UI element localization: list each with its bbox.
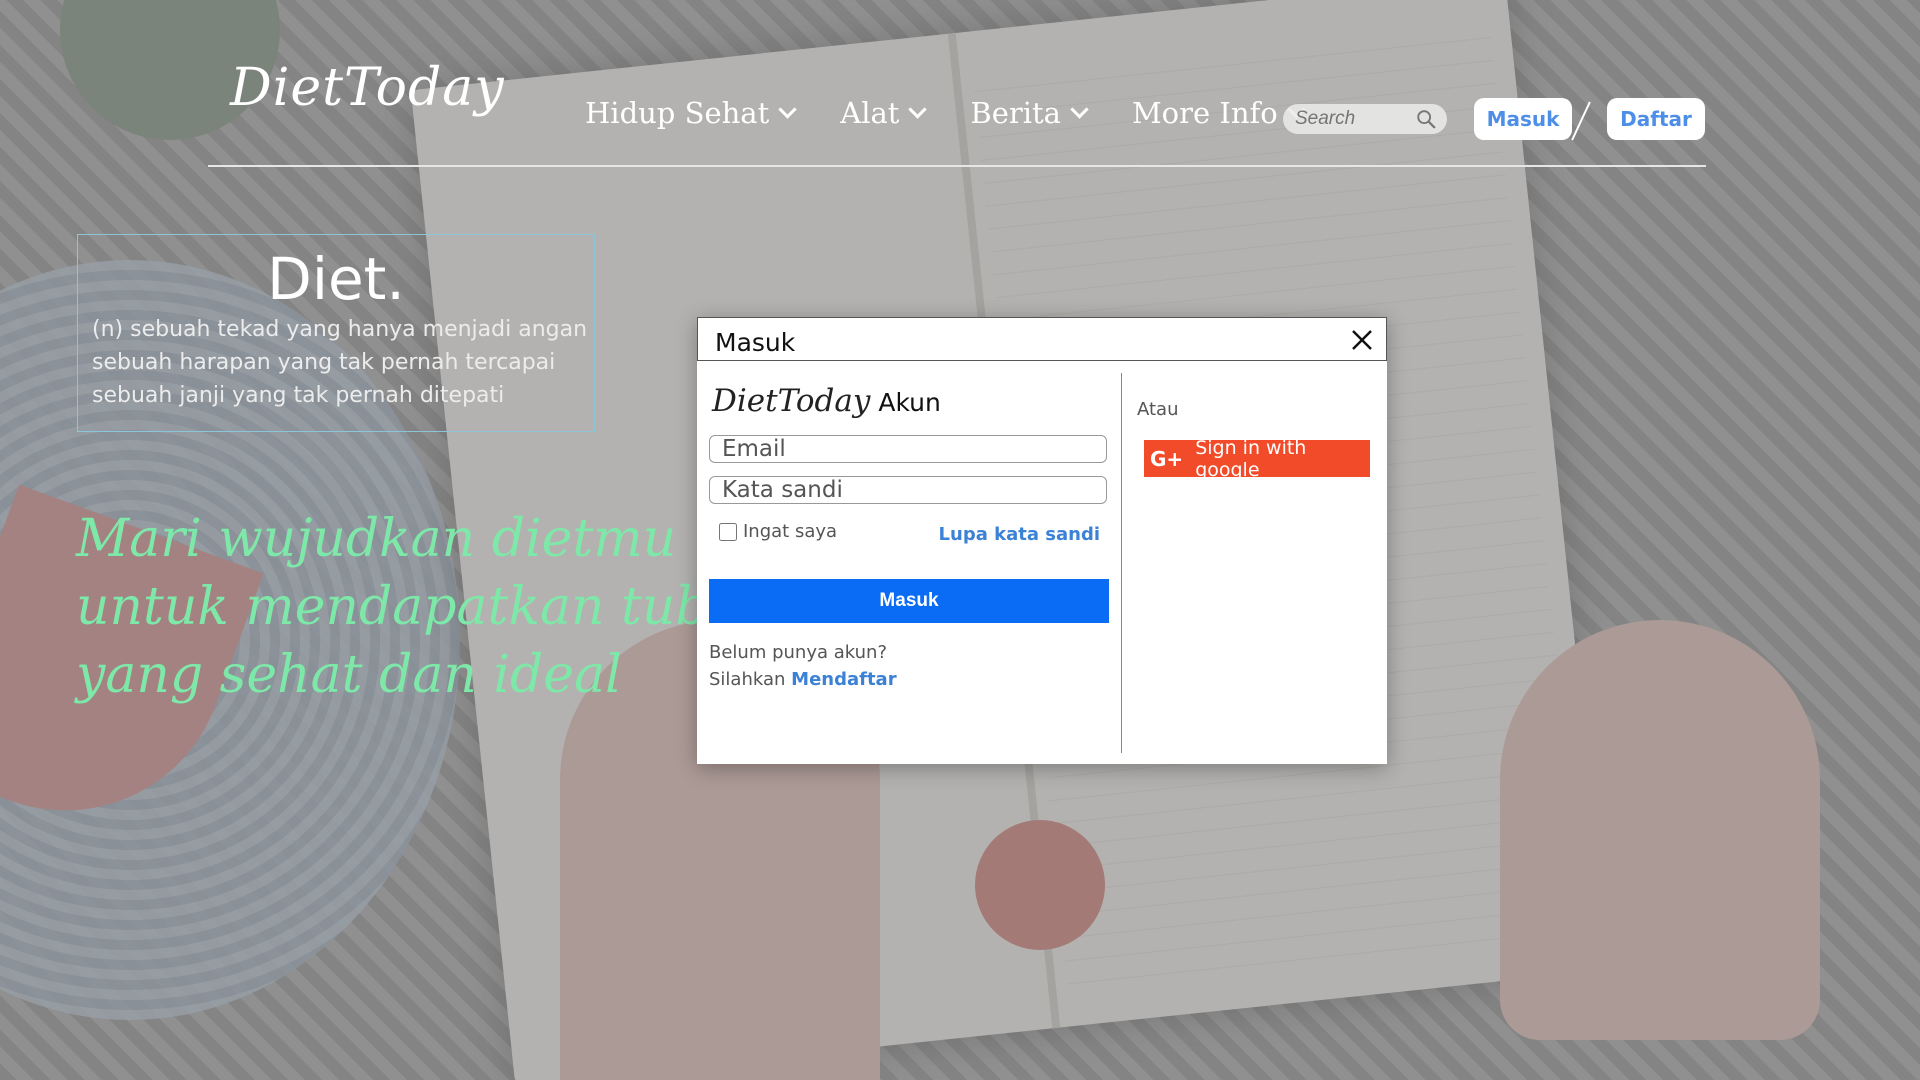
brand-suffix: Akun xyxy=(878,388,941,417)
chevron-down-icon xyxy=(778,99,797,119)
definition-line: (n) sebuah tekad yang hanya menjadi anga… xyxy=(92,317,588,342)
nav-item-label: Berita xyxy=(970,96,1061,130)
search-box xyxy=(1283,104,1447,134)
email-field[interactable] xyxy=(709,435,1107,463)
search-icon[interactable] xyxy=(1415,108,1437,130)
nav-item-label: Alat xyxy=(840,96,900,130)
header-divider xyxy=(208,165,1706,167)
modal-brand: DietToday Akun xyxy=(712,383,941,419)
modal-title: Masuk xyxy=(715,328,796,357)
definition-title: Diet. xyxy=(267,245,405,313)
definition-box: Diet. (n) sebuah tekad yang hanya menjad… xyxy=(77,234,595,432)
google-plus-icon: G+ xyxy=(1150,446,1184,471)
signup-line: Silahkan Mendaftar xyxy=(709,666,897,693)
remember-checkbox[interactable] xyxy=(719,522,737,541)
remember-label: Ingat saya xyxy=(743,521,838,542)
modal-header: Masuk xyxy=(697,317,1387,361)
nav-item-berita[interactable]: Berita xyxy=(970,96,1089,130)
site-logo[interactable]: DietToday xyxy=(230,58,505,118)
register-button[interactable]: Daftar xyxy=(1607,98,1705,140)
hero-tagline: Mari wujudkan dietmu untuk mendapatkan t… xyxy=(76,505,776,709)
definition-text: (n) sebuah tekad yang hanya menjadi anga… xyxy=(92,313,592,412)
nav-item-hidup-sehat[interactable]: Hidup Sehat xyxy=(585,96,797,130)
page: DietToday Hidup Sehat Alat Berita More I… xyxy=(0,0,1920,1080)
remember-me[interactable]: Ingat saya xyxy=(719,521,837,542)
or-label: Atau xyxy=(1137,399,1179,420)
modal-divider xyxy=(1121,373,1122,753)
nav-item-label: More Info xyxy=(1131,96,1278,130)
google-signin-button[interactable]: G+ Sign in with google xyxy=(1144,437,1370,481)
chevron-down-icon xyxy=(908,99,928,119)
signup-prompt: Belum punya akun? Silahkan Mendaftar xyxy=(709,639,897,693)
close-icon[interactable] xyxy=(1348,326,1376,354)
submit-login-button[interactable]: Masuk xyxy=(709,579,1109,623)
login-button[interactable]: Masuk xyxy=(1474,98,1572,140)
login-modal: Masuk DietToday Akun Ingat saya Lupa kat… xyxy=(697,317,1387,764)
tagline-line: Mari wujudkan dietmu xyxy=(76,509,677,569)
tagline-line: untuk mendapatkan tubuh xyxy=(76,577,776,637)
no-account-text: Belum punya akun? xyxy=(709,642,888,663)
nav-item-label: Hidup Sehat xyxy=(585,96,770,130)
signup-prefix: Silahkan xyxy=(709,669,786,690)
main-nav: Hidup Sehat Alat Berita More Info xyxy=(585,96,1349,130)
definition-line: sebuah janji yang tak pernah ditepati xyxy=(92,383,505,408)
nav-item-more-info[interactable]: More Info xyxy=(1131,96,1306,130)
tagline-line: yang sehat dan ideal xyxy=(76,645,622,705)
search-input[interactable] xyxy=(1293,107,1417,131)
forgot-password-link[interactable]: Lupa kata sandi xyxy=(939,524,1100,545)
chevron-down-icon xyxy=(1070,99,1089,119)
definition-line: sebuah harapan yang tak pernah tercapai xyxy=(92,350,556,375)
google-signin-label: Sign in with google xyxy=(1195,436,1307,481)
nav-item-alat[interactable]: Alat xyxy=(840,96,928,130)
signup-link[interactable]: Mendaftar xyxy=(791,669,896,690)
password-field[interactable] xyxy=(709,476,1107,504)
brand-logo: DietToday xyxy=(712,383,871,419)
